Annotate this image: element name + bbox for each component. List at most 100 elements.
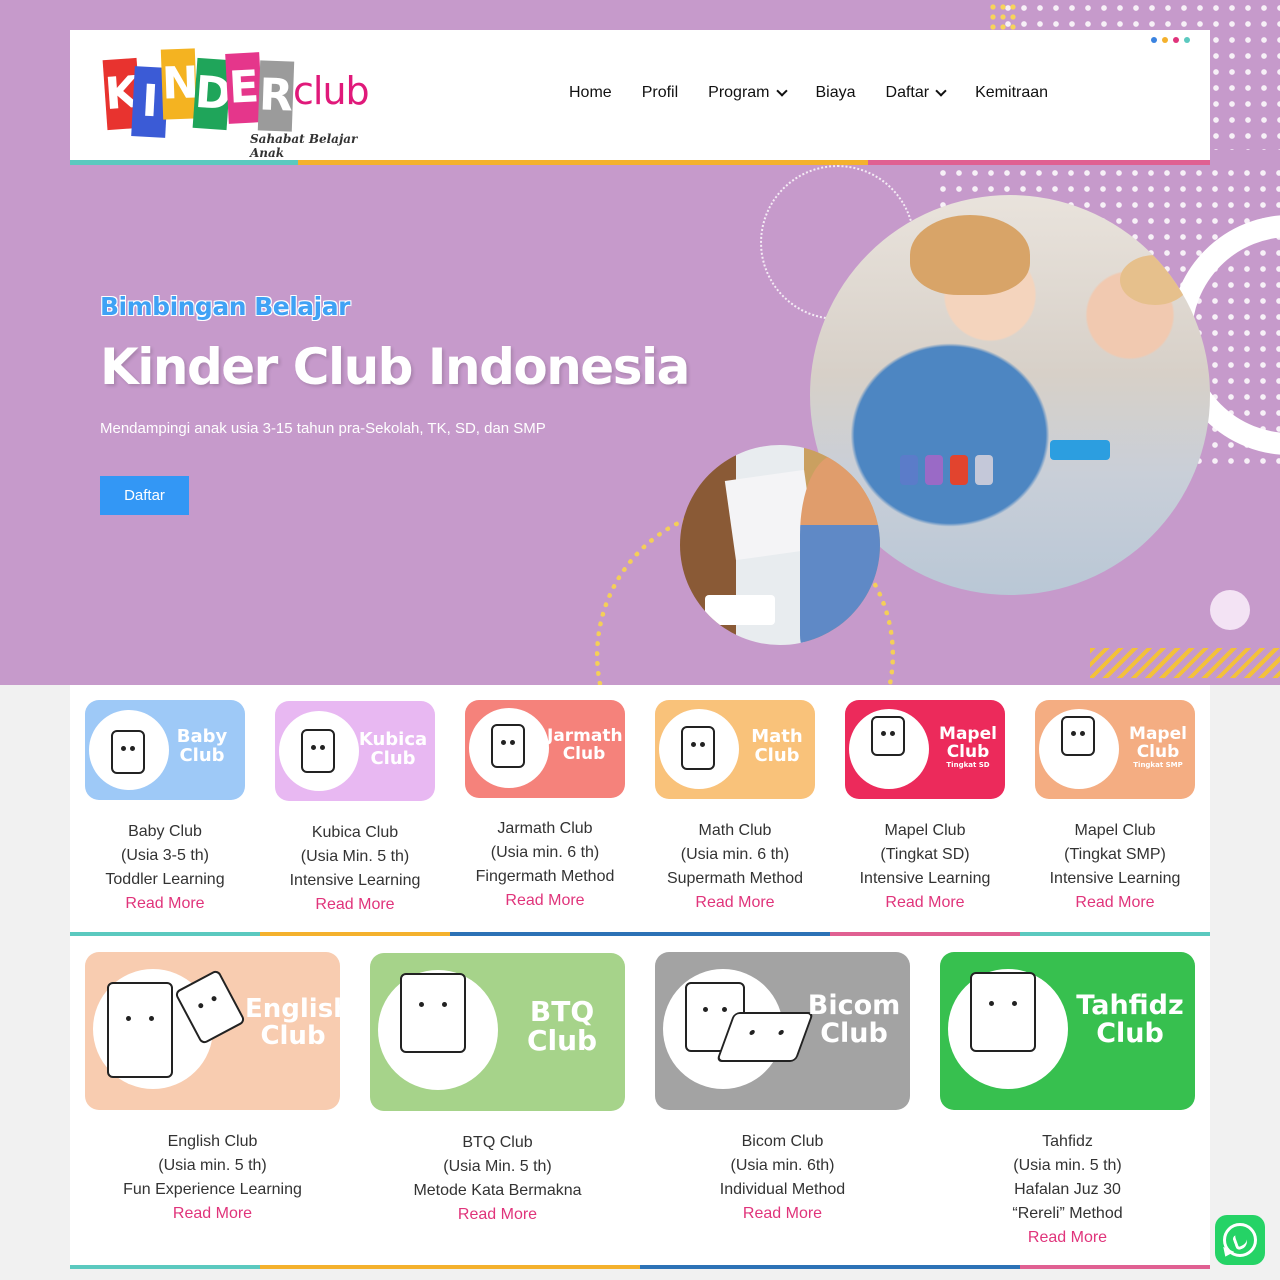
daftar-button[interactable]: Daftar	[100, 476, 189, 515]
read-more-link[interactable]: Read More	[315, 893, 394, 917]
read-more-link[interactable]: Read More	[505, 889, 584, 913]
photo-detail	[925, 455, 943, 485]
laptop-icon	[715, 1012, 815, 1062]
color-dots-icon	[1151, 37, 1190, 43]
program-age: (Usia min. 5 th)	[1013, 1157, 1122, 1174]
program-card-baby: Baby Club Baby Club (Usia 3-5 th) Toddle…	[85, 700, 245, 916]
program-tile[interactable]: Kubica Club	[275, 701, 435, 801]
program-name: Baby Club	[128, 823, 202, 840]
nav-label: Kemitraan	[975, 84, 1049, 101]
program-tile[interactable]: Mapel Club Tingkat SD	[845, 700, 1005, 799]
program-method: Metode Kata Bermakna	[413, 1182, 582, 1199]
photo-detail	[800, 455, 880, 645]
program-method: Intensive Learning	[289, 872, 421, 889]
program-tile[interactable]: Tahfidz Club	[940, 952, 1195, 1110]
program-tile[interactable]: Math Club	[655, 700, 815, 799]
photo-detail	[1120, 255, 1190, 305]
divider-segment	[70, 1265, 260, 1269]
tile-title: Mapel Club Tingkat SD	[933, 724, 1003, 769]
nav-label: Home	[569, 84, 612, 101]
program-card-math: Math Club Math Club (Usia min. 6 th) Sup…	[655, 700, 815, 915]
dot-pattern	[988, 2, 1018, 30]
program-card-btq: BTQ Club BTQ Club (Usia Min. 5 th) Metod…	[370, 953, 625, 1227]
dot	[1184, 37, 1190, 43]
program-name: Tahfidz	[1042, 1133, 1093, 1150]
program-name: English Club	[167, 1133, 258, 1150]
tile-title-text: Mapel Club	[939, 724, 997, 762]
tile-subtitle: Tingkat SMP	[1133, 760, 1183, 769]
read-more-link[interactable]: Read More	[695, 891, 774, 915]
program-name: Math Club	[698, 822, 772, 839]
photo-detail	[950, 455, 968, 485]
divider-segment	[260, 1265, 640, 1269]
logo-tagline: Sahabat Belajar Anak	[250, 132, 358, 160]
nav-program[interactable]: Program	[708, 84, 788, 102]
tile-title: Baby Club	[176, 726, 228, 766]
program-card-kubica: Kubica Club Kubica Club (Usia Min. 5 th)…	[275, 701, 435, 917]
program-card-english: English Club English Club (Usia min. 5 t…	[85, 952, 340, 1226]
kinderclub-logo[interactable]: K I N D E R club Sahabat Belajar Anak	[102, 47, 370, 160]
photo-detail	[900, 455, 918, 485]
program-card-jarmath: Jarmath Club Jarmath Club (Usia min. 6 t…	[465, 700, 625, 913]
tile-title-text: Mapel Club	[1129, 724, 1187, 762]
program-method: Fingermath Method	[475, 868, 615, 885]
nav-label: Program	[708, 84, 770, 101]
read-more-link[interactable]: Read More	[1075, 891, 1154, 915]
hero-kicker: Bimbingan Belajar	[100, 292, 350, 321]
program-tile[interactable]: Baby Club	[85, 700, 245, 800]
read-more-link[interactable]: Read More	[125, 892, 204, 916]
program-card-bicom: Bicom Club Bicom Club (Usia min. 6th) In…	[655, 952, 910, 1226]
program-age: (Usia min. 6 th)	[680, 846, 790, 863]
program-card-mapel-smp: Mapel Club Tingkat SMP Mapel Club (Tingka…	[1035, 700, 1195, 915]
card-body: BTQ Club (Usia Min. 5 th) Metode Kata Be…	[370, 1131, 625, 1227]
mascot-icon	[107, 982, 173, 1078]
program-method: Intensive Learning	[859, 870, 991, 887]
program-name: Kubica Club	[311, 824, 399, 841]
hero-subtitle: Mendampingi anak usia 3-15 tahun pra-Sek…	[100, 420, 546, 437]
nav-biaya[interactable]: Biaya	[816, 84, 856, 102]
tile-title: Mapel Club Tingkat SMP	[1123, 724, 1193, 769]
nav-home[interactable]: Home	[569, 84, 612, 102]
mascot-icon	[301, 729, 335, 773]
dot	[1162, 37, 1168, 43]
program-tile[interactable]: Mapel Club Tingkat SMP	[1035, 700, 1195, 799]
program-tile[interactable]: Bicom Club	[655, 952, 910, 1110]
read-more-link[interactable]: Read More	[885, 891, 964, 915]
program-name: Mapel Club	[1074, 822, 1156, 839]
program-age: (Usia min. 6 th)	[490, 844, 600, 861]
whatsapp-button[interactable]	[1215, 1215, 1265, 1265]
read-more-link[interactable]: Read More	[173, 1202, 252, 1226]
chevron-down-icon	[935, 84, 947, 97]
header-accent-bar	[70, 160, 1210, 165]
program-age: (Usia min. 6th)	[730, 1157, 835, 1174]
logo-letter: N	[160, 48, 200, 120]
tile-title: Math Club	[751, 726, 803, 766]
nav-daftar[interactable]: Daftar	[886, 84, 947, 102]
read-more-link[interactable]: Read More	[458, 1203, 537, 1227]
program-age: (Usia Min. 5 th)	[443, 1158, 552, 1175]
nav-profil[interactable]: Profil	[642, 84, 678, 102]
card-body: Mapel Club (Tingkat SMP) Intensive Learn…	[1035, 819, 1195, 915]
photo-detail	[1050, 440, 1110, 460]
read-more-link[interactable]: Read More	[743, 1202, 822, 1226]
tile-title: Kubica Club	[358, 729, 428, 769]
logo-letter: R	[257, 60, 295, 132]
card-body: Kubica Club (Usia Min. 5 th) Intensive L…	[275, 821, 435, 917]
read-more-link[interactable]: Read More	[1028, 1226, 1107, 1250]
main-nav: Home Profil Program Biaya Daftar Kemitra…	[569, 84, 1078, 102]
program-name: Mapel Club	[884, 822, 966, 839]
program-method: Supermath Method	[666, 870, 804, 887]
program-tile[interactable]: English Club	[85, 952, 340, 1110]
card-body: Baby Club (Usia 3-5 th) Toddler Learning…	[85, 820, 245, 916]
accent-segment	[70, 160, 298, 165]
card-body: Tahfidz (Usia min. 5 th) Hafalan Juz 30 …	[940, 1130, 1195, 1250]
mascot-icon	[1061, 716, 1095, 756]
photo-detail	[975, 455, 993, 485]
nav-kemitraan[interactable]: Kemitraan	[975, 84, 1048, 102]
program-tile[interactable]: Jarmath Club	[465, 700, 625, 798]
program-tile[interactable]: BTQ Club	[370, 953, 625, 1111]
site-header: K I N D E R club Sahabat Belajar Anak Ho…	[70, 30, 1210, 165]
program-method: “Rereli” Method	[1012, 1205, 1123, 1222]
accent-segment	[868, 160, 1210, 165]
program-age: (Usia 3-5 th)	[120, 847, 210, 864]
